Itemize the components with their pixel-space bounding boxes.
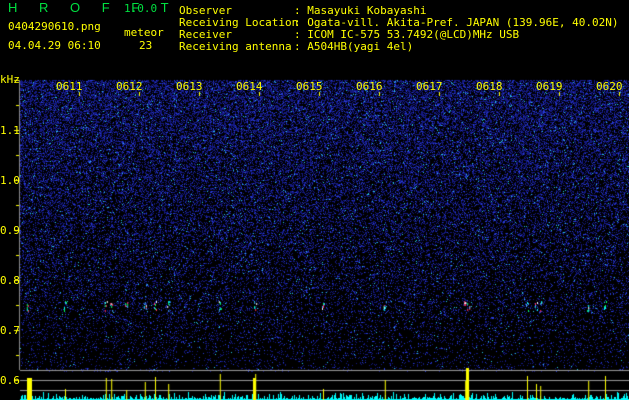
y-tick-label: 0.6 (0, 374, 20, 387)
x-tick-label: 0616 (356, 80, 383, 93)
filename: 0404290610.png (8, 20, 101, 33)
y-axis-label: kHz (0, 73, 20, 86)
x-tick-label: 0615 (296, 80, 323, 93)
meteor-label: meteor (124, 26, 164, 39)
x-tick-label: 0614 (236, 80, 263, 93)
x-tick-label: 0618 (476, 80, 503, 93)
x-tick-label: 0611 (56, 80, 83, 93)
x-tick-label: 0612 (116, 80, 143, 93)
y-tick-label: 0.7 (0, 324, 20, 337)
y-tick-label: 0.8 (0, 274, 20, 287)
info-label: Receiving antenna (179, 40, 292, 53)
y-tick-label: 1.0 (0, 174, 20, 187)
info-value: : A504HB(yagi 4el) (294, 40, 414, 53)
x-tick-label: 0617 (416, 80, 443, 93)
meteor-count: 23 (139, 39, 153, 52)
spectrogram (0, 0, 629, 400)
x-tick-label: 0613 (176, 80, 203, 93)
y-tick-label: 0.9 (0, 224, 20, 237)
datetime: 04.04.29 06:10 (8, 39, 101, 52)
y-tick-label: 1.1 (0, 124, 20, 137)
antenna-value: A504HB(yagi 4el) (307, 40, 414, 53)
x-tick-label: 0619 (536, 80, 563, 93)
app-version: 1.0.0 (124, 2, 158, 15)
x-tick-label: 0620 (596, 80, 623, 93)
